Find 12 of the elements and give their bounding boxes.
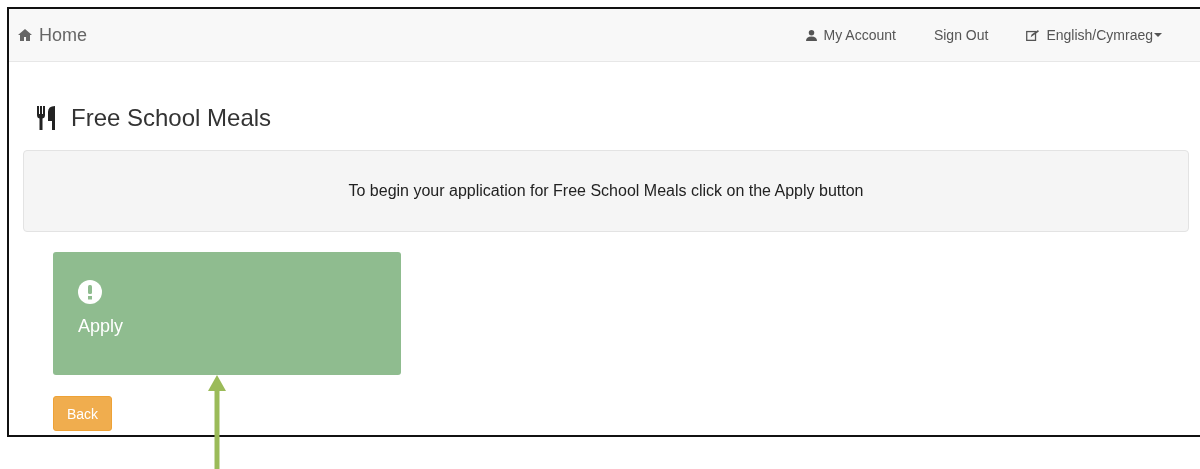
caret-icon xyxy=(1154,33,1162,37)
home-link[interactable]: Home xyxy=(18,24,87,46)
language-dropdown[interactable]: English/Cymraeg xyxy=(1026,27,1162,43)
cutlery-icon xyxy=(37,106,57,130)
account-link[interactable]: My Account xyxy=(805,27,896,43)
instruction-text: To begin your application for Free School Meals click on the Apply button xyxy=(348,182,864,200)
edit-icon xyxy=(1026,29,1040,41)
page-title: Free School Meals xyxy=(71,104,272,132)
exclamation-icon xyxy=(78,280,102,304)
sign-out-link[interactable]: Sign Out xyxy=(933,27,989,43)
home-icon xyxy=(18,29,32,41)
user-icon xyxy=(805,29,817,41)
